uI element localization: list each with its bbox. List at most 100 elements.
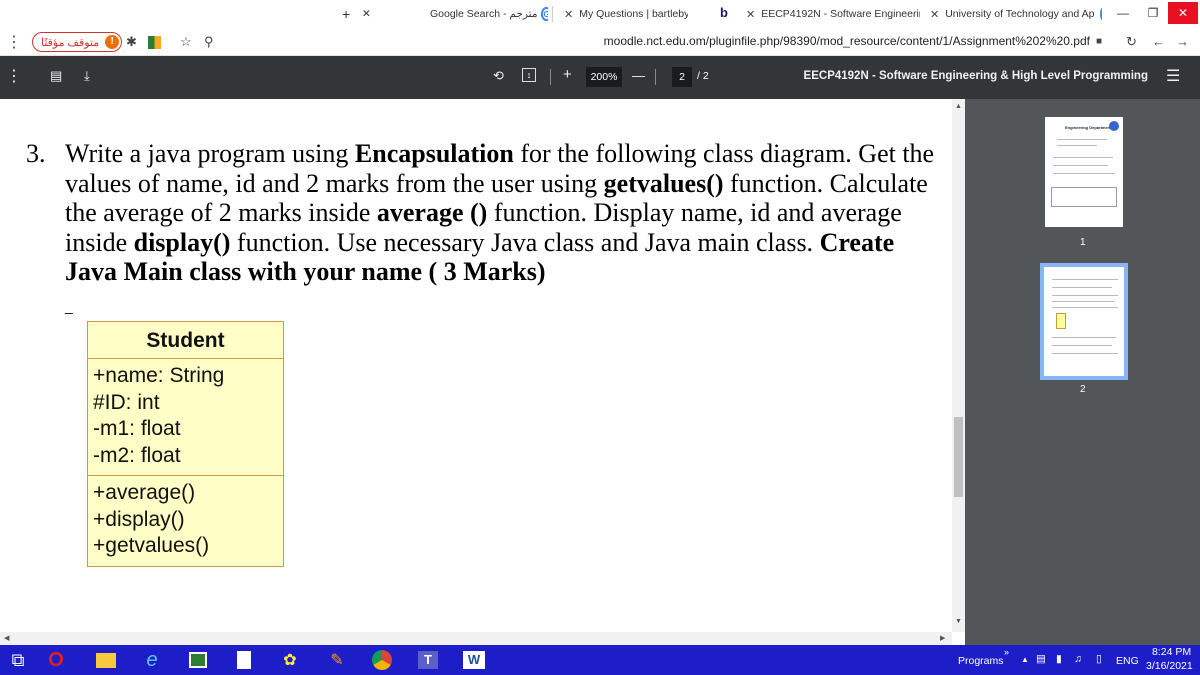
pdf-toolbar: ⋮ ▤ ⤓ ⟲ ↕ + 200% — 2 / 2 EECP4192N - Sof…	[0, 56, 1200, 99]
windows-taskbar: ⧉ O e ✿ ✎ T W » Programs ▲ ▤ ▮ ♫ ▯ ENG 8…	[0, 645, 1200, 675]
uml-attributes: +name: String #ID: int -m1: float -m2: f…	[88, 359, 283, 476]
tab-title: Google Search - مترجم	[430, 8, 538, 20]
browser-menu-icon[interactable]: ⋮	[6, 32, 22, 52]
back-arrow-icon[interactable]: ←	[1152, 34, 1165, 49]
tray-expand-icon[interactable]: ▲	[1021, 655, 1029, 664]
zoom-in-icon[interactable]: +	[563, 66, 572, 83]
paused-label: متوقف مؤقتًا	[41, 36, 100, 49]
text-cursor-mark: _	[65, 298, 73, 314]
more-actions-icon[interactable]: ⋮	[6, 66, 22, 86]
alert-badge-icon: !	[105, 35, 120, 49]
question-number: 3.	[26, 139, 46, 168]
scroll-down-icon[interactable]: ▼	[955, 618, 962, 625]
search-icon[interactable]: ⚲	[204, 34, 214, 50]
university-logo-icon	[1109, 121, 1119, 131]
teams-icon[interactable]: T	[416, 649, 440, 671]
page-thumbnail-2[interactable]	[1040, 263, 1128, 380]
tab-close-icon[interactable]: ✕	[564, 8, 573, 21]
url-text[interactable]: moodle.nct.edu.om/pluginfile.php/98390/m…	[604, 34, 1090, 48]
profile-paused-chip[interactable]: متوقف مؤقتًا !	[32, 32, 123, 52]
paint-icon[interactable]: ✿	[278, 649, 302, 671]
download-icon[interactable]: ⤓	[84, 68, 90, 84]
bartleby-icon: b	[720, 5, 728, 20]
uml-class-diagram: Student +name: String #ID: int -m1: floa…	[87, 321, 284, 567]
file-explorer-icon[interactable]	[94, 649, 118, 671]
sidebar-toggle-icon[interactable]: ☰	[1166, 66, 1180, 86]
reload-icon[interactable]: ↻	[1126, 34, 1137, 50]
page-thumbnail-1[interactable]: Engineering Department	[1045, 117, 1123, 227]
chrome-icon[interactable]	[370, 649, 394, 671]
signal-icon[interactable]: ▮	[1056, 653, 1062, 665]
uml-attribute: +name: String	[93, 364, 225, 387]
windows-start-icon[interactable]: ⧉	[6, 649, 30, 671]
thumb-heading: Engineering Department	[1065, 125, 1112, 130]
extension-icon[interactable]	[148, 36, 161, 49]
thumb-table	[1051, 187, 1117, 207]
uml-operation: +getvalues()	[93, 534, 210, 557]
internet-explorer-icon[interactable]: e	[140, 649, 164, 671]
tab-university[interactable]: ✕ University of Technology and Ap	[924, 4, 1102, 24]
app-icon[interactable]: ✎	[325, 649, 349, 671]
network-icon[interactable]: ▤	[1036, 653, 1046, 665]
clock-time[interactable]: 8:24 PM	[1152, 646, 1191, 658]
volume-icon[interactable]: ♫	[1074, 653, 1082, 665]
scroll-left-icon[interactable]: ◀	[4, 634, 9, 642]
forward-arrow-icon[interactable]: →	[1176, 34, 1189, 49]
tab-title: University of Technology and Ap	[945, 8, 1095, 20]
zoom-out-icon[interactable]: —	[632, 68, 645, 83]
fit-page-icon[interactable]: ↕	[522, 68, 536, 82]
thumb-uml-box	[1056, 313, 1066, 329]
thumbnail-panel: Engineering Department 1 2	[965, 99, 1200, 645]
question-body: Write a java program using Encapsulation…	[65, 139, 935, 286]
vertical-scroll-thumb[interactable]	[954, 417, 963, 497]
scroll-up-icon[interactable]: ▲	[955, 103, 962, 110]
tab-title: My Questions | bartleby	[579, 8, 688, 20]
tab-bartleby[interactable]: ✕ My Questions | bartleby	[558, 4, 688, 24]
bookmark-star-icon[interactable]: ☆	[180, 34, 192, 50]
browser-tab-strip: — ❐ ✕ + ✕ Google Search - مترجم G ✕ My Q…	[0, 0, 1200, 28]
thumbnail-label-1: 1	[1080, 237, 1086, 248]
store-icon[interactable]	[186, 649, 210, 671]
toolbar-chevron[interactable]: »	[1004, 647, 1009, 657]
tab-moodle-course[interactable]: ✕ EECP4192N - Software Engineerin	[740, 4, 920, 24]
rotate-icon[interactable]: ⟲	[493, 68, 504, 84]
language-indicator[interactable]: ENG	[1116, 655, 1139, 667]
scroll-right-icon[interactable]: ▶	[940, 634, 945, 642]
battery-icon[interactable]: ▯	[1096, 653, 1102, 665]
uml-attribute: -m1: float	[93, 417, 181, 440]
print-icon[interactable]: ▤	[50, 68, 62, 84]
clock-date[interactable]: 3/16/2021	[1146, 660, 1193, 672]
question-text: 3. Write a java program using Encapsulat…	[26, 139, 946, 287]
new-tab-button[interactable]: +	[342, 4, 350, 24]
horizontal-scrollbar[interactable]: ◀ ▶	[0, 632, 952, 645]
google-icon: G	[541, 7, 548, 21]
tab-close-icon[interactable]: ✕	[362, 4, 371, 24]
vertical-scrollbar[interactable]: ▲ ▼	[952, 99, 965, 632]
page-number-input[interactable]: 2	[672, 67, 692, 87]
zoom-level-input[interactable]: 200%	[586, 67, 622, 87]
tab-google-search[interactable]: Google Search - مترجم G	[430, 4, 548, 24]
notepad-icon[interactable]	[232, 649, 256, 671]
programs-toolbar[interactable]: Programs	[958, 655, 1004, 667]
pdf-title: EECP4192N - Software Engineering & High …	[803, 70, 1148, 82]
extension-puzzle-icon[interactable]: ✱	[126, 34, 137, 50]
tab-close-icon[interactable]: ✕	[930, 8, 939, 21]
uml-attribute: #ID: int	[93, 390, 160, 414]
uml-attribute: -m2: float	[93, 443, 181, 467]
uml-operations: +average() +display() +getvalues()	[88, 476, 283, 560]
minimize-icon[interactable]: —	[1108, 2, 1138, 24]
tab-close-icon[interactable]: ✕	[746, 8, 755, 21]
tab-title: EECP4192N - Software Engineerin	[761, 8, 920, 20]
window-close-icon[interactable]: ✕	[1168, 2, 1198, 24]
lock-icon[interactable]: ■	[1096, 36, 1102, 47]
address-bar: ⋮ متوقف مؤقتًا ! ✱ ☆ ⚲ moodle.nct.edu.om…	[0, 28, 1200, 56]
word-icon[interactable]: W	[462, 649, 486, 671]
pdf-page-view[interactable]: 3. Write a java program using Encapsulat…	[0, 99, 952, 632]
restore-icon[interactable]: ❐	[1138, 2, 1168, 24]
page-total: / 2	[697, 70, 709, 82]
opera-icon[interactable]: O	[44, 649, 68, 671]
uml-operation: +display()	[93, 507, 185, 531]
uml-class-name: Student	[88, 322, 283, 359]
thumbnail-label-2: 2	[1080, 384, 1086, 395]
university-icon	[1100, 8, 1102, 20]
